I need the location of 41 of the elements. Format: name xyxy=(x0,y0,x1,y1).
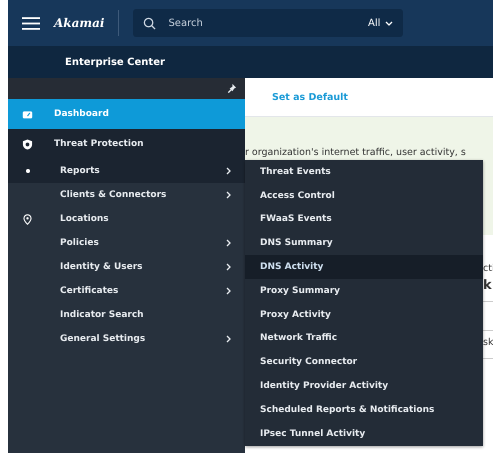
sidebar-item[interactable]: Indicator Search xyxy=(8,303,245,327)
pin-icon[interactable] xyxy=(226,83,237,94)
search-field[interactable]: Search All xyxy=(133,9,404,37)
chevron-right-icon xyxy=(226,167,231,175)
bullet-icon xyxy=(26,169,30,173)
sidebar-item[interactable]: General Settings xyxy=(8,327,245,351)
map-pin-icon xyxy=(22,214,33,224)
chevron-right-icon xyxy=(226,335,231,343)
sidebar-item[interactable]: Reports xyxy=(8,159,245,183)
app-title: Enterprise Center xyxy=(65,56,165,68)
chevron-down-icon xyxy=(385,20,394,26)
submenu-item[interactable]: DNS Activity xyxy=(245,255,483,279)
sidebar-item[interactable]: Certificates xyxy=(8,279,245,303)
chevron-right-icon xyxy=(226,287,231,295)
sidebar-item[interactable]: Locations xyxy=(8,207,245,231)
submenu-item[interactable]: IPsec Tunnel Activity xyxy=(245,422,483,446)
submenu-item[interactable]: Network Traffic xyxy=(245,326,483,350)
submenu-item[interactable]: FWaaS Events xyxy=(245,208,483,232)
submenu-item[interactable]: Proxy Summary xyxy=(245,278,483,303)
submenu-item[interactable]: DNS Summary xyxy=(245,231,483,256)
search-icon xyxy=(143,16,156,30)
sidebar-item[interactable]: Clients & Connectors xyxy=(8,183,245,207)
submenu-item[interactable]: Threat Events xyxy=(245,160,483,184)
sidebar-item[interactable]: Threat Protection xyxy=(8,129,245,159)
submenu-item[interactable]: Access Control xyxy=(245,184,483,208)
menu-icon[interactable] xyxy=(22,16,40,30)
chevron-right-icon xyxy=(226,191,231,199)
submenu-item[interactable]: Proxy Activity xyxy=(245,302,483,327)
scope-dropdown[interactable]: All xyxy=(368,18,394,28)
chevron-right-icon xyxy=(226,263,231,271)
banner-text: r organization's internet traffic, user activity, s xyxy=(245,147,466,158)
sidebar-item[interactable]: Identity & Users xyxy=(8,255,245,279)
submenu-item[interactable]: Security Connector xyxy=(245,350,483,374)
partial-text: k xyxy=(483,278,492,293)
chevron-right-icon xyxy=(226,239,231,247)
submenu-item[interactable]: Identity Provider Activity xyxy=(245,374,483,398)
partial-text: sk xyxy=(483,337,493,348)
shield-icon xyxy=(22,138,33,150)
submenu-item[interactable]: Scheduled Reports & Notifications xyxy=(245,398,483,422)
logo[interactable]: Akamai xyxy=(54,16,104,30)
sidebar-item[interactable]: Policies xyxy=(8,231,245,255)
